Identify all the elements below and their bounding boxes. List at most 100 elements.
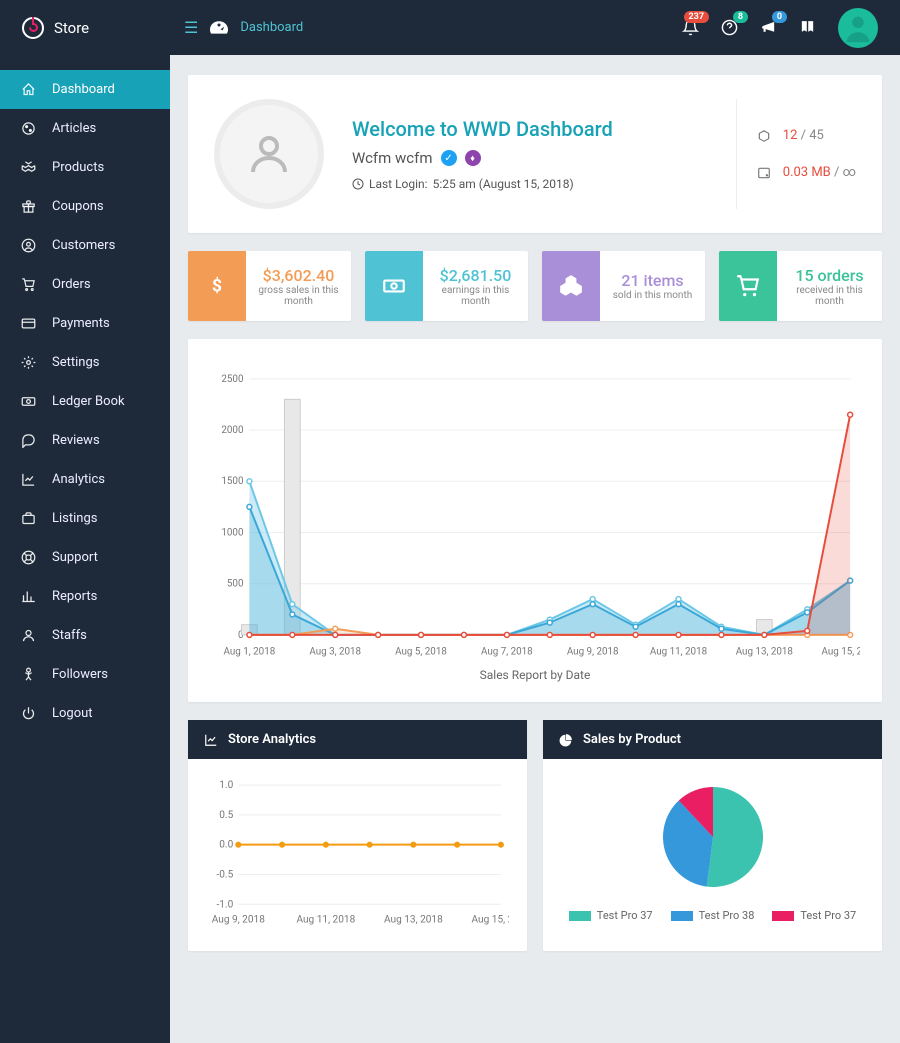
svg-text:Aug 3, 2018: Aug 3, 2018 — [309, 647, 361, 658]
legend-item: Test Pro 38 — [671, 909, 755, 922]
sidebar-item-reports[interactable]: Reports — [0, 577, 170, 616]
svg-text:Aug 11, 2018: Aug 11, 2018 — [296, 915, 355, 926]
svg-text:1000: 1000 — [221, 527, 243, 538]
sidebar-label: Customers — [52, 238, 115, 253]
life-ring-icon — [20, 550, 36, 565]
user-avatar[interactable] — [838, 8, 878, 48]
count-used: 12 — [783, 128, 798, 143]
svg-text:Aug 13, 2018: Aug 13, 2018 — [736, 647, 793, 658]
stat-card[interactable]: 15 ordersreceived in this month — [719, 251, 882, 321]
svg-text:1.0: 1.0 — [219, 781, 233, 792]
svg-text:$: $ — [212, 276, 222, 296]
storage-used: 0.03 MB — [783, 165, 831, 180]
sidebar-item-reviews[interactable]: Reviews — [0, 421, 170, 460]
stat-label: sold in this month — [613, 290, 692, 301]
svg-text:Aug 15, 2018: Aug 15, 2018 — [472, 915, 509, 926]
sidebar-item-orders[interactable]: Orders — [0, 265, 170, 304]
book-icon[interactable] — [799, 19, 816, 36]
help-badge: 8 — [733, 11, 748, 23]
svg-text:Aug 5, 2018: Aug 5, 2018 — [395, 647, 447, 658]
analytics-title: Store Analytics — [228, 732, 316, 747]
svg-text:2000: 2000 — [221, 425, 243, 436]
user-icon — [20, 628, 36, 643]
sidebar-label: Followers — [52, 667, 108, 682]
briefcase-icon — [20, 511, 36, 526]
sidebar-item-settings[interactable]: Settings — [0, 343, 170, 382]
stat-card[interactable]: 21 itemssold in this month — [542, 251, 705, 321]
sidebar-item-followers[interactable]: Followers — [0, 655, 170, 694]
sidebar-label: Coupons — [52, 199, 104, 214]
svg-text:Aug 9, 2018: Aug 9, 2018 — [212, 915, 265, 926]
cash-icon — [365, 251, 423, 321]
sidebar-item-staffs[interactable]: Staffs — [0, 616, 170, 655]
stat-value: $2,681.50 — [440, 266, 512, 285]
cubes-icon — [542, 251, 600, 321]
sidebar-label: Reports — [52, 589, 97, 604]
legend-item: Test Pro 37 — [772, 909, 856, 922]
help-icon[interactable]: 8 — [721, 19, 738, 36]
membership-icon: ♦ — [465, 150, 481, 166]
chart-line-icon — [20, 472, 36, 487]
sidebar-item-support[interactable]: Support — [0, 538, 170, 577]
storage-total: ∞ — [843, 165, 856, 180]
notifications-bell-icon[interactable]: 237 — [682, 19, 699, 36]
menu-toggle-icon[interactable]: ☰ — [184, 18, 198, 37]
announce-badge: 0 — [772, 11, 787, 23]
svg-text:-1.0: -1.0 — [216, 900, 233, 911]
stat-label: received in this month — [783, 285, 876, 307]
sidebar-item-logout[interactable]: Logout — [0, 694, 170, 733]
power-logo-icon — [22, 17, 44, 39]
svg-text:Aug 7, 2018: Aug 7, 2018 — [481, 647, 533, 658]
home-icon — [20, 82, 36, 97]
sidebar-label: Reviews — [52, 433, 100, 448]
pie-panel: Sales by Product Test Pro 37Test Pro 38T… — [543, 720, 882, 951]
stat-value: 15 orders — [795, 266, 863, 285]
svg-text:0.5: 0.5 — [219, 810, 233, 821]
profile-avatar — [214, 99, 324, 209]
sidebar-item-listings[interactable]: Listings — [0, 499, 170, 538]
svg-text:1500: 1500 — [221, 476, 243, 487]
sidebar-item-ledger-book[interactable]: Ledger Book — [0, 382, 170, 421]
sidebar-label: Staffs — [52, 628, 87, 643]
stat-card[interactable]: $$3,602.40gross sales in this month — [188, 251, 351, 321]
sales-chart: 05001000150020002500Aug 1, 2018Aug 3, 20… — [210, 369, 860, 664]
legend-item: Test Pro 37 — [569, 909, 653, 922]
brand[interactable]: Store — [0, 17, 170, 39]
sidebar: DashboardArticlesProducts Coupons Customer… — [0, 0, 170, 1043]
sidebar-item-coupons[interactable]: Coupons — [0, 187, 170, 226]
sidebar-item-analytics[interactable]: Analytics — [0, 460, 170, 499]
gift-icon — [20, 199, 36, 214]
cube-icon — [757, 129, 771, 143]
announce-icon[interactable]: 0 — [760, 19, 777, 36]
last-login-label: Last Login: — [369, 177, 428, 191]
clock-icon — [352, 178, 364, 190]
stat-value: 21 items — [621, 271, 683, 290]
power-icon — [20, 706, 36, 721]
verified-icon: ✓ — [441, 150, 457, 166]
comment-icon — [20, 433, 36, 448]
sidebar-item-payments[interactable]: Payments — [0, 304, 170, 343]
brand-text: Store — [54, 19, 89, 37]
sidebar-label: Ledger Book — [52, 394, 125, 409]
stat-card[interactable]: $2,681.50earnings in this month — [365, 251, 528, 321]
sidebar-item-customers[interactable]: Customers — [0, 226, 170, 265]
svg-text:Aug 13, 2018: Aug 13, 2018 — [384, 915, 443, 926]
sidebar-item-dashboard[interactable]: Dashboard — [0, 70, 170, 109]
breadcrumb[interactable]: Dashboard — [240, 20, 303, 35]
user-circle-icon — [20, 238, 36, 253]
sales-chart-card: 05001000150020002500Aug 1, 2018Aug 3, 20… — [188, 339, 882, 702]
welcome-title: Welcome to WWD Dashboard — [352, 117, 613, 141]
stat-cards-row: $$3,602.40gross sales in this month$2,68… — [188, 251, 882, 321]
pie-chart — [653, 777, 773, 897]
count-total: 45 — [809, 128, 824, 143]
analytics-panel: Store Analytics -1.0-0.50.00.51.0Aug 9, … — [188, 720, 527, 951]
svg-text:0.0: 0.0 — [219, 840, 233, 851]
bell-badge: 237 — [684, 11, 710, 23]
sidebar-item-products[interactable]: Products — [0, 148, 170, 187]
stat-label: earnings in this month — [429, 285, 522, 307]
topbar: Store ☰ Dashboard 237 8 0 — [0, 0, 900, 55]
sidebar-item-articles[interactable]: Articles — [0, 109, 170, 148]
sidebar-label: Orders — [52, 277, 91, 292]
svg-text:Aug 11, 2018: Aug 11, 2018 — [650, 647, 707, 658]
welcome-username: Wcfm wcfm — [352, 149, 433, 167]
